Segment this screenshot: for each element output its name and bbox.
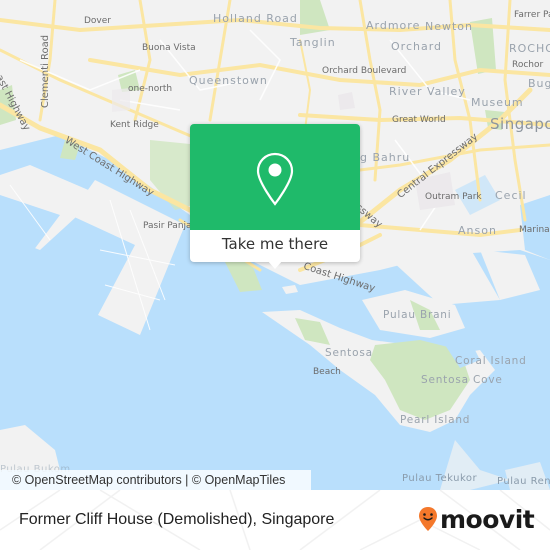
moovit-logo[interactable]: moovit: [418, 504, 535, 534]
popup-header[interactable]: [190, 124, 360, 230]
map-pin-icon: [256, 152, 294, 206]
map-label-beach: Beach: [313, 367, 341, 377]
moovit-smile-pin-icon: [419, 507, 437, 531]
map-label-one-north: one-north: [128, 84, 173, 94]
place-name: Former Cliff House (Demolished), Singapo…: [19, 511, 335, 528]
take-me-there-button[interactable]: Take me there: [190, 230, 360, 262]
map-label-newton: Newton: [425, 20, 474, 33]
map-label-marina: Marina: [519, 225, 550, 235]
popup-tail: [267, 260, 283, 269]
map-label-river-valley: River Valley: [389, 85, 466, 98]
map-label-ardmore: Ardmore: [366, 19, 421, 32]
map-label-pulau-tekukor: Pulau Tekukor: [402, 473, 478, 484]
map-label-museum: Museum: [471, 96, 524, 109]
map-label-holland-road: Holland Road: [213, 12, 298, 25]
map-label-singapore: Singapore: [490, 115, 550, 133]
map-label-tanglin: Tanglin: [290, 36, 336, 49]
map-label-queenstown: Queenstown: [189, 74, 268, 87]
map-label-pearl-island: Pearl Island: [400, 414, 471, 426]
footer-bar: Former Cliff House (Demolished), Singapo…: [0, 490, 550, 550]
map-label-sentosa: Sentosa: [325, 347, 373, 359]
map-label-dover: Dover: [84, 16, 111, 26]
map-label-rochor: Rochor: [512, 60, 544, 70]
map-label-farrer-park: Farrer Park: [514, 10, 550, 20]
map-label-cecil: Cecil: [495, 189, 527, 202]
map-label-tiong-bahru: g Bahru: [360, 151, 411, 164]
map-label-anson: Anson: [458, 224, 497, 237]
map-label-rochor-district: ROCHOR: [509, 42, 550, 55]
map-label-pulau-renggit: Pulau Ren: [497, 476, 550, 487]
map-label-clementi-road: Clementi Road: [40, 34, 51, 108]
map-label-outram-park: Outram Park: [425, 192, 482, 202]
map-label-buona-vista: Buona Vista: [142, 43, 196, 53]
map-label-orchard: Orchard: [391, 40, 443, 53]
map-label-orchard-boulevard: Orchard Boulevard: [322, 66, 407, 76]
location-popup[interactable]: Take me there: [190, 124, 360, 269]
map-attribution[interactable]: © OpenStreetMap contributors | © OpenMap…: [0, 470, 311, 490]
moovit-wordmark: moovit: [440, 504, 535, 534]
map-label-bugis: Bugis: [528, 77, 550, 90]
map-view[interactable]: Dover Holland Road Ardmore Newton Farrer…: [0, 0, 550, 490]
map-label-kent-ridge: Kent Ridge: [110, 120, 159, 130]
map-label-sentosa-cove: Sentosa Cove: [421, 374, 503, 386]
map-label-great-world: Great World: [392, 115, 446, 125]
map-label-pulau-brani: Pulau Brani: [383, 309, 452, 321]
map-label-coral-island: Coral Island: [455, 355, 527, 367]
